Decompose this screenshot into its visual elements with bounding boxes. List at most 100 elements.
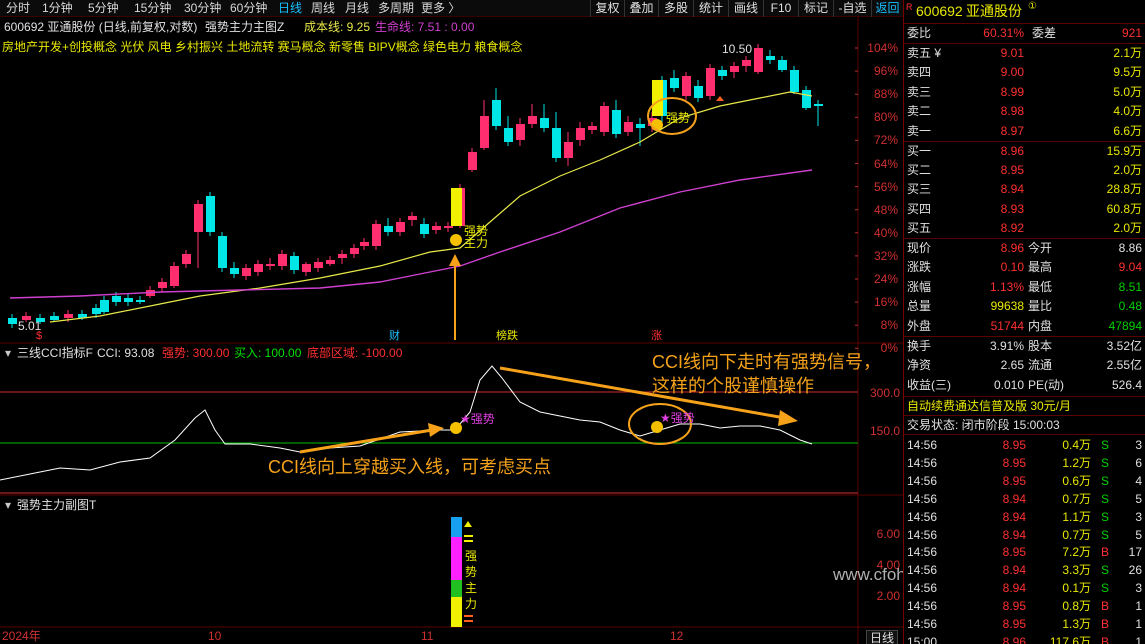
stat-label: 现价: [907, 241, 932, 255]
stat-value: 1.13%: [989, 279, 1024, 294]
stat-label: 流通: [1028, 358, 1053, 373]
quote-panel: R 600692 亚通股份 ① 委比 60.31% 委差 921 卖五 ¥ 9.0…: [903, 0, 1145, 644]
candle-body: [326, 260, 335, 264]
candle-body: [206, 196, 215, 232]
tick-count: 3: [1135, 509, 1142, 524]
tick-count: 1: [1135, 634, 1142, 644]
bid-price: 8.95: [1000, 163, 1024, 178]
stat-label: 最高: [1028, 260, 1053, 275]
tick-volume: 0.7万: [1062, 491, 1091, 506]
candle-body: [170, 266, 179, 286]
stat-label: 今开: [1028, 241, 1053, 255]
stat-value: 0.10: [1000, 260, 1024, 275]
candle-body: [492, 100, 501, 126]
candle-body: [540, 118, 549, 128]
candle-body: [50, 316, 59, 320]
tick-side: S: [1101, 581, 1110, 596]
tick-price: 8.94: [1002, 509, 1026, 524]
bid-price: 8.94: [1000, 182, 1024, 197]
candle-body: [420, 224, 429, 234]
tick-row: 14:56 8.95 1.3万 B 1: [904, 615, 1145, 633]
tick-price: 8.95: [1002, 473, 1026, 488]
tick-side: S: [1101, 473, 1110, 488]
cci-signal-1: ★强势: [460, 412, 495, 426]
arrow-head-icon: [778, 410, 798, 426]
stat-value: 2.65: [1000, 358, 1024, 373]
tick-count: 3: [1135, 438, 1142, 452]
triangle-up-icon: [464, 521, 472, 527]
candle-body: [64, 314, 73, 318]
ask-price: 8.97: [1000, 123, 1024, 138]
ask-row: 卖三 8.99 5.0万: [904, 83, 1145, 101]
indicator-name[interactable]: 强势主力主图Z: [205, 20, 284, 34]
tick-price: 8.94: [1002, 527, 1026, 542]
tick-price: 8.95: [1002, 545, 1026, 560]
bid-label: 买一: [907, 144, 932, 158]
tick-row: 14:56 8.94 0.7万 S 5: [904, 526, 1145, 544]
cci-strong: 强势: 300.00: [162, 346, 230, 360]
tick-volume: 0.6万: [1062, 473, 1091, 488]
y-pct-label: 32%: [873, 248, 898, 263]
stat-value: 3.91%: [989, 339, 1024, 353]
info-icon[interactable]: ①: [1028, 0, 1037, 18]
ask-label: 卖四: [907, 65, 932, 80]
stat-row: 涨幅 1.13% 最低 8.51: [904, 278, 1145, 296]
r-badge: R: [906, 2, 913, 12]
tick-time: 14:56: [907, 527, 938, 542]
high-price-label: 10.50: [722, 42, 753, 56]
stat-label: 最低: [1028, 279, 1053, 294]
sub-bar-magenta: [451, 537, 462, 580]
ask-row: 卖一 8.97 6.6万: [904, 122, 1145, 140]
candle-body: [314, 262, 323, 268]
promo-banner[interactable]: 自动续费通达信普及版 30元/月: [904, 397, 1145, 415]
stat-row: 现价 8.96 今开 8.86: [904, 239, 1145, 257]
sub-title[interactable]: 强势主力副图T: [17, 498, 96, 512]
bid-volume: 15.9万: [1106, 144, 1142, 158]
tick-side: S: [1101, 455, 1110, 470]
sub-bar-blue: [451, 517, 462, 537]
period-indicator[interactable]: 日线: [866, 630, 899, 644]
date-nov: 11: [421, 629, 434, 643]
stock-header: 600692 亚通股份 (日线,前复权,对数): [4, 20, 198, 34]
tick-row: 14:56 8.95 7.2万 B 17: [904, 543, 1145, 561]
candle-body: [718, 70, 727, 76]
stat-value: 9.04: [1118, 260, 1142, 275]
cci-collapse-icon[interactable]: ▾: [5, 346, 11, 360]
stat-label: 外盘: [907, 318, 932, 333]
bid-row: 买二 8.95 2.0万: [904, 161, 1145, 179]
sub-collapse-icon[interactable]: ▾: [5, 498, 11, 512]
y-pct-label: 72%: [873, 133, 898, 148]
candle-body: [254, 264, 263, 272]
candle-body: [218, 236, 227, 268]
ask-price: 8.99: [1000, 84, 1024, 99]
stat-value: 0.48: [1118, 299, 1142, 314]
tick-row: 14:56 8.95 1.2万 S 6: [904, 454, 1145, 472]
stat-value: 526.4: [1111, 377, 1142, 392]
candle-body: [372, 224, 381, 246]
cci-title[interactable]: 三线CCI指标F: [17, 346, 93, 360]
candle-body: [468, 152, 477, 170]
candle-body: [350, 248, 359, 254]
ask-price: 9.00: [1000, 65, 1024, 80]
bid-label: 买五: [907, 220, 932, 235]
y-pct-label: 40%: [873, 225, 898, 240]
chart-canvas: [0, 17, 903, 644]
arrow-buy-line: [299, 428, 433, 454]
quote-title: R 600692 亚通股份 ①: [904, 0, 1145, 22]
candle-body: [124, 298, 133, 302]
sub-bar-text-3: 主: [465, 581, 478, 595]
candle-body: [182, 254, 191, 264]
annotation-arrows: [299, 96, 798, 454]
bid-price: 8.96: [1000, 144, 1024, 158]
webi-row: 委比 60.31% 委差 921: [907, 26, 1142, 40]
stat-label: 收益(三): [907, 377, 951, 392]
date-oct: 10: [208, 629, 222, 643]
ask-label: 卖二: [907, 104, 932, 119]
tick-count: 6: [1135, 455, 1142, 470]
tick-side: S: [1101, 527, 1110, 542]
signal-strong-2: 强势: [666, 111, 691, 125]
stock-chart-app: 分时 1分钟 5分钟 15分钟 30分钟 60分钟 日线 周线 月线 多周期 更…: [0, 0, 1145, 644]
candle-body: [230, 268, 239, 274]
bid-label: 买四: [907, 201, 932, 216]
candle-body: [790, 70, 799, 92]
